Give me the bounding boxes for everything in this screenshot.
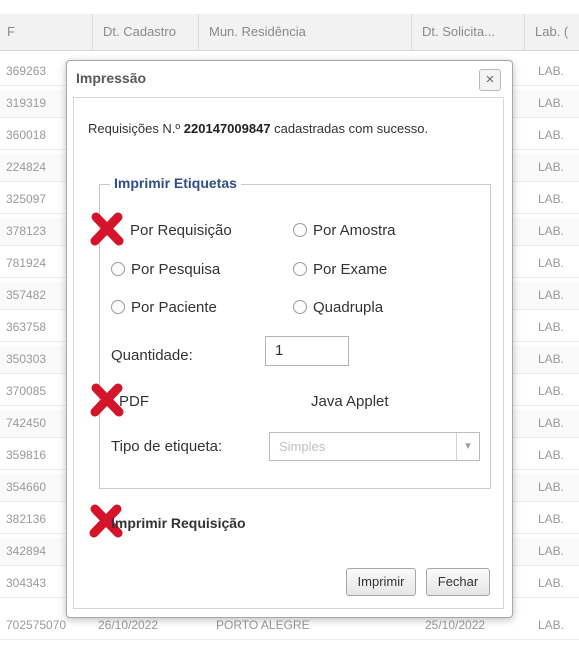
column-header-mun-residencia[interactable]: Mun. Residência bbox=[198, 14, 411, 50]
group-legend: Imprimir Etiquetas bbox=[110, 175, 241, 191]
row-id: 360018 bbox=[6, 128, 47, 142]
row-lab: LAB. bbox=[538, 96, 565, 110]
option-java-applet[interactable]: Java Applet bbox=[311, 392, 389, 412]
row-lab: LAB. bbox=[538, 320, 565, 334]
row-lab: LAB. bbox=[538, 192, 565, 206]
grid-header: F Dt. Cadastro Mun. Residência Dt. Solic… bbox=[0, 14, 579, 51]
row-lab: LAB. bbox=[538, 480, 565, 494]
close-button[interactable]: × bbox=[479, 69, 501, 91]
column-header-dt-cadastro[interactable]: Dt. Cadastro bbox=[92, 14, 198, 50]
radio-icon[interactable] bbox=[293, 300, 307, 314]
radio-icon[interactable] bbox=[293, 223, 307, 237]
row-lab: LAB. bbox=[538, 160, 565, 174]
row-lab: LAB. bbox=[538, 544, 565, 558]
row-id: 357482 bbox=[6, 288, 47, 302]
requisition-number: 220147009847 bbox=[183, 121, 271, 136]
row-lab: LAB. bbox=[538, 224, 565, 238]
radio-icon[interactable] bbox=[111, 262, 125, 276]
radio-icon[interactable] bbox=[293, 262, 307, 276]
fechar-button[interactable]: Fechar bbox=[426, 568, 490, 596]
column-header-lab[interactable]: Lab. ( bbox=[524, 14, 579, 50]
tipo-etiqueta-select[interactable]: Simples ▾ bbox=[269, 432, 480, 461]
row-id: 224824 bbox=[6, 160, 47, 174]
row-id: 319319 bbox=[6, 96, 47, 110]
chevron-down-icon[interactable]: ▾ bbox=[456, 433, 479, 460]
print-labels-group: Imprimir Etiquetas Por Requisição Por Am… bbox=[90, 175, 491, 489]
imprimir-button[interactable]: Imprimir bbox=[346, 568, 416, 596]
row-lab: LAB. bbox=[538, 618, 565, 632]
message-suffix: cadastradas com sucesso. bbox=[270, 121, 429, 136]
option-label: Quadrupla bbox=[313, 299, 384, 316]
row-lab: LAB. bbox=[538, 288, 565, 302]
row-id: 370085 bbox=[6, 384, 47, 398]
quantidade-label: Quantidade: bbox=[111, 347, 193, 364]
option-por-exame[interactable]: Por Exame bbox=[293, 260, 387, 280]
row-id: 382136 bbox=[6, 512, 47, 526]
row-id: 742450 bbox=[6, 416, 47, 430]
row-id: 354660 bbox=[6, 480, 47, 494]
print-dialog: Impressão × Requisições N.º 220147009847… bbox=[66, 60, 513, 618]
row-id: 304343 bbox=[6, 576, 47, 590]
red-x-mark-icon bbox=[90, 212, 124, 246]
row-id: 359816 bbox=[6, 448, 47, 462]
row-lab: LAB. bbox=[538, 448, 565, 462]
option-label: Por Requisição bbox=[130, 222, 232, 239]
radio-icon[interactable] bbox=[111, 300, 125, 314]
option-label: Por Paciente bbox=[131, 299, 217, 316]
message-prefix: Requisições N.º bbox=[88, 121, 184, 136]
select-value: Simples bbox=[279, 439, 326, 454]
column-header-dt-solicitacao[interactable]: Dt. Solicita... bbox=[411, 14, 524, 50]
option-label: Por Pesquisa bbox=[131, 261, 221, 278]
row-id: 350303 bbox=[6, 352, 47, 366]
quantidade-input[interactable]: 1 bbox=[265, 336, 349, 366]
dialog-body: Requisições N.º 220147009847 cadastradas… bbox=[73, 97, 504, 609]
row-id: 781924 bbox=[6, 256, 47, 270]
row-lab: LAB. bbox=[538, 416, 565, 430]
row-lab: LAB. bbox=[538, 384, 565, 398]
row-lab: LAB. bbox=[538, 128, 565, 142]
row-id: 378123 bbox=[6, 224, 47, 238]
tipo-etiqueta-label: Tipo de etiqueta: bbox=[111, 438, 223, 455]
option-label: Por Exame bbox=[313, 261, 388, 278]
column-header-f[interactable]: F bbox=[0, 14, 92, 50]
row-id: 363758 bbox=[6, 320, 47, 334]
option-por-requisicao[interactable]: Por Requisição bbox=[130, 221, 232, 241]
success-message: Requisições N.º 220147009847 cadastradas… bbox=[88, 120, 483, 137]
row-lab: LAB. bbox=[538, 64, 565, 78]
row-lab: LAB. bbox=[538, 512, 565, 526]
dialog-title: Impressão bbox=[76, 70, 147, 86]
option-por-pesquisa[interactable]: Por Pesquisa bbox=[111, 260, 220, 280]
option-por-amostra[interactable]: Por Amostra bbox=[293, 221, 396, 241]
row-id: 325097 bbox=[6, 192, 47, 206]
option-quadrupla[interactable]: Quadrupla bbox=[293, 298, 383, 318]
option-pdf[interactable]: PDF bbox=[119, 392, 149, 412]
imprimir-requisicao-checkbox[interactable]: Imprimir Requisição bbox=[111, 513, 246, 533]
row-lab: LAB. bbox=[538, 352, 565, 366]
option-label: Por Amostra bbox=[313, 222, 396, 239]
row-lab: LAB. bbox=[538, 256, 565, 270]
row-id: 342894 bbox=[6, 544, 47, 558]
row-id: 369263 bbox=[6, 64, 47, 78]
option-por-paciente[interactable]: Por Paciente bbox=[111, 298, 217, 318]
row-lab: LAB. bbox=[538, 576, 565, 590]
